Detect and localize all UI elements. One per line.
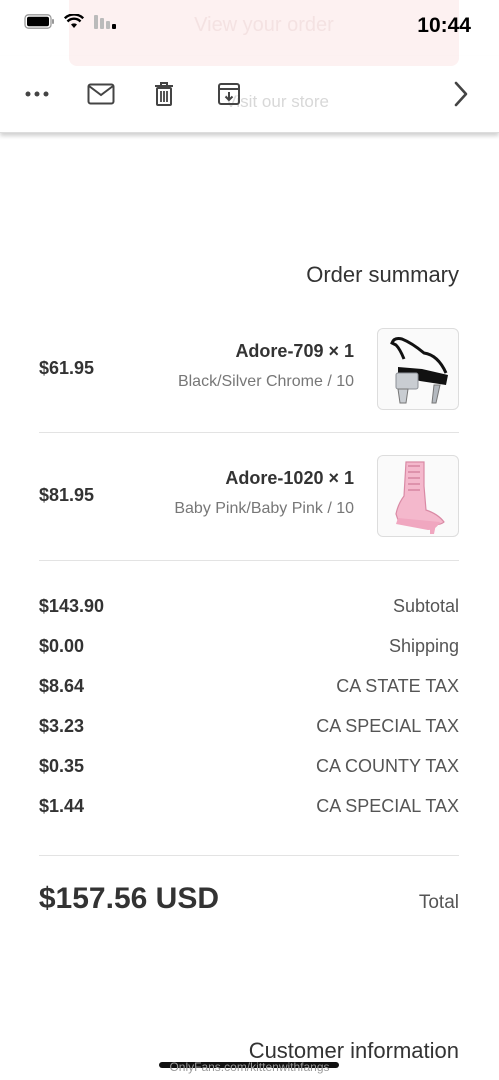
status-bar: 10:44: [0, 0, 499, 56]
total-row: Total $157.56 USD: [39, 882, 459, 926]
item-name: Adore-1020 × 1: [225, 468, 354, 488]
item-price: $81.95: [39, 485, 95, 505]
item-price: $61.95: [39, 358, 95, 378]
product-image-boot: [377, 455, 459, 537]
line-value: $0.35: [39, 756, 85, 776]
total-value: $157.56 USD: [39, 882, 220, 915]
status-icons: [24, 14, 116, 29]
mail-icon[interactable]: [81, 74, 121, 114]
item-variant: Baby Pink/Baby Pink / 10: [174, 500, 354, 517]
email-toolbar: [0, 56, 499, 133]
line-value: $8.64: [39, 676, 85, 696]
archive-icon[interactable]: [209, 74, 249, 114]
tax-row: CA SPECIAL TAX $1.44: [39, 796, 459, 826]
line-label: Subtotal: [392, 596, 459, 616]
status-time: 10:44: [417, 14, 471, 37]
line-value: $0.00: [39, 636, 85, 656]
mirrored-screen: View your order Visit our store 10:44 Or…: [0, 0, 499, 1080]
divider: [39, 560, 459, 561]
back-chevron-icon[interactable]: [441, 74, 481, 114]
shipping-row: Shipping $0.00: [39, 636, 459, 666]
watermark: OnlyFans.com/kittenwithfangs: [169, 1060, 330, 1074]
line-label: CA STATE TAX: [336, 676, 459, 696]
order-item: Adore-709 × 1 Black/Silver Chrome / 10 $…: [39, 328, 459, 410]
signal-icon: [94, 14, 116, 29]
tax-row: CA COUNTY TAX $0.35: [39, 756, 459, 786]
total-label: Total: [418, 892, 459, 913]
item-name: Adore-709 × 1: [235, 341, 354, 361]
line-label: Shipping: [388, 636, 459, 656]
order-item: Adore-1020 × 1 Baby Pink/Baby Pink / 10 …: [39, 455, 459, 537]
trash-icon[interactable]: [144, 74, 184, 114]
line-label: CA SPECIAL TAX: [316, 796, 459, 816]
line-value: $3.23: [39, 716, 85, 736]
battery-icon: [24, 14, 54, 29]
tax-row: CA SPECIAL TAX $3.23: [39, 716, 459, 746]
item-variant: Black/Silver Chrome / 10: [177, 373, 354, 390]
line-label: CA SPECIAL TAX: [316, 716, 459, 736]
line-value: $143.90: [39, 596, 105, 616]
line-label: CA COUNTY TAX: [315, 756, 459, 776]
product-image-heel: [377, 328, 459, 410]
subtotal-row: Subtotal $143.90: [39, 596, 459, 626]
order-summary-title: Order summary: [306, 262, 459, 287]
wifi-icon: [64, 14, 84, 28]
tax-row: CA STATE TAX $8.64: [39, 676, 459, 706]
divider: [39, 432, 459, 433]
line-value: $1.44: [39, 796, 85, 816]
divider: [39, 855, 459, 856]
more-options-icon[interactable]: [17, 74, 57, 114]
